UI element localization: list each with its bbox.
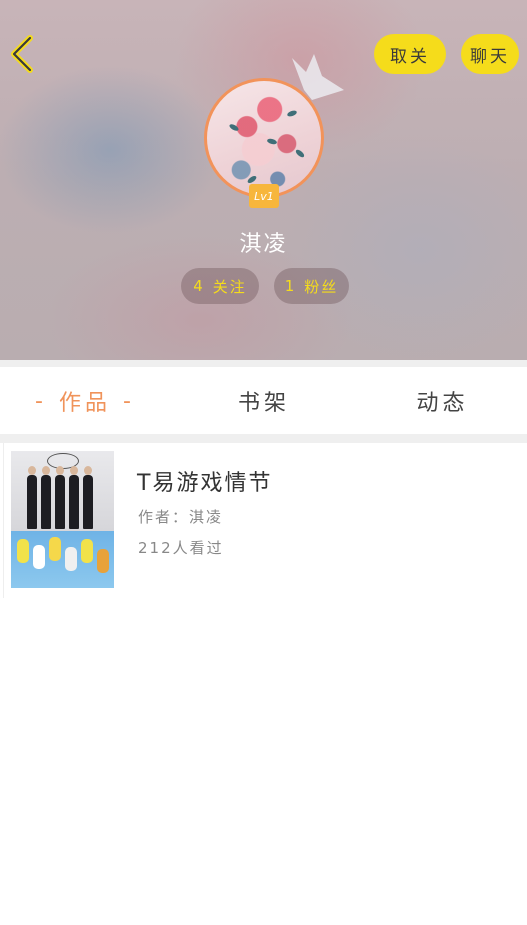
cover-person [49,537,61,561]
cover-person [83,466,93,529]
tab-bookshelf-label: 书架 [237,391,290,416]
back-button[interactable] [8,34,38,74]
following-label: 关注 [212,277,247,296]
chevron-left-icon [11,35,33,73]
avatar[interactable] [204,78,324,198]
unfollow-button[interactable]: 取关 [374,34,446,74]
book-view-count: 212人看过 [138,539,224,557]
cover-person [69,466,79,529]
cover-person [27,466,37,529]
tab-bookshelf[interactable]: 书架 [179,370,349,432]
unfollow-label: 取关 [390,46,430,67]
tab-works[interactable]: - 作品 - [0,370,170,432]
chat-label: 聊天 [470,46,510,67]
cover-photo-top [11,451,114,531]
tab-works-label: 作品 [58,391,111,416]
book-title: T易游戏情节 [137,471,273,496]
cover-photo-bottom [11,531,114,588]
following-count: 4 [193,277,205,295]
cover-person [41,466,51,529]
book-list-item[interactable]: T易游戏情节 作者：淇凌 212人看过 [3,443,527,598]
tab-activity-label: 动态 [416,391,469,416]
book-author: 作者：淇凌 [138,508,224,526]
following-stat-button[interactable]: 4 关注 [181,268,259,304]
followers-label: 粉丝 [304,277,339,296]
username: 淇凌 [239,232,288,257]
avatar-leaf [246,174,258,185]
avatar-leaf [286,109,298,118]
divider [0,360,527,367]
followers-count: 1 [284,277,297,295]
cover-person [33,545,45,569]
cover-person [55,466,65,529]
profile-header: 取关 聊天 Lv1 淇凌 4 关注 1 粉丝 [0,0,527,360]
cover-person [17,539,29,563]
cover-person [65,547,77,571]
avatar-leaf [294,148,306,159]
cover-person [97,549,109,573]
chat-button[interactable]: 聊天 [461,34,519,74]
active-tab-dash-right: - [123,388,135,414]
avatar-leaf [228,122,240,133]
active-tab-dash-left: - [35,388,47,414]
followers-stat-button[interactable]: 1 粉丝 [274,268,349,304]
cover-person [81,539,93,563]
level-badge: Lv1 [249,184,279,208]
avatar-leaf [266,137,278,146]
divider [0,434,527,443]
book-cover-image [11,451,114,588]
tab-activity[interactable]: 动态 [358,370,527,432]
